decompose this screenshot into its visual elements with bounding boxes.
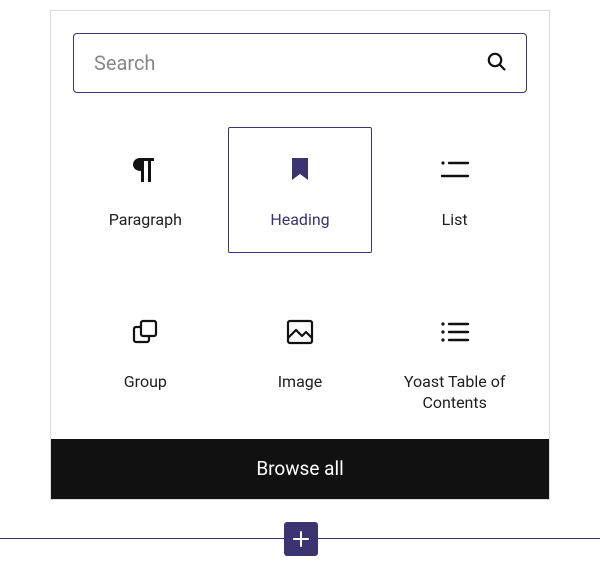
toc-icon	[440, 314, 470, 350]
paragraph-icon	[132, 152, 158, 188]
list-icon	[440, 152, 470, 188]
bookmark-icon	[289, 152, 311, 188]
search-icon	[484, 49, 508, 77]
add-block-button[interactable]	[284, 522, 318, 556]
image-icon	[286, 314, 314, 350]
search-field-container[interactable]	[73, 33, 527, 93]
block-option-heading[interactable]: Heading	[228, 127, 373, 253]
block-label: Group	[118, 372, 173, 393]
plus-icon	[291, 529, 311, 549]
block-label: Heading	[264, 210, 335, 231]
block-label: List	[436, 210, 474, 231]
block-label: Paragraph	[103, 210, 188, 231]
block-inserter-panel: Paragraph Heading List	[50, 10, 550, 500]
search-bar	[51, 11, 549, 103]
block-option-yoast-toc[interactable]: Yoast Table of Contents	[382, 289, 527, 415]
browse-all-button[interactable]: Browse all	[51, 439, 549, 499]
block-option-image[interactable]: Image	[228, 289, 373, 415]
block-option-paragraph[interactable]: Paragraph	[73, 127, 218, 253]
block-label: Image	[272, 372, 329, 393]
group-icon	[131, 314, 159, 350]
block-label: Yoast Table of Contents	[383, 372, 526, 414]
search-input[interactable]	[92, 50, 484, 76]
block-option-group[interactable]: Group	[73, 289, 218, 415]
block-grid: Paragraph Heading List	[51, 103, 549, 439]
block-option-list[interactable]: List	[382, 127, 527, 253]
